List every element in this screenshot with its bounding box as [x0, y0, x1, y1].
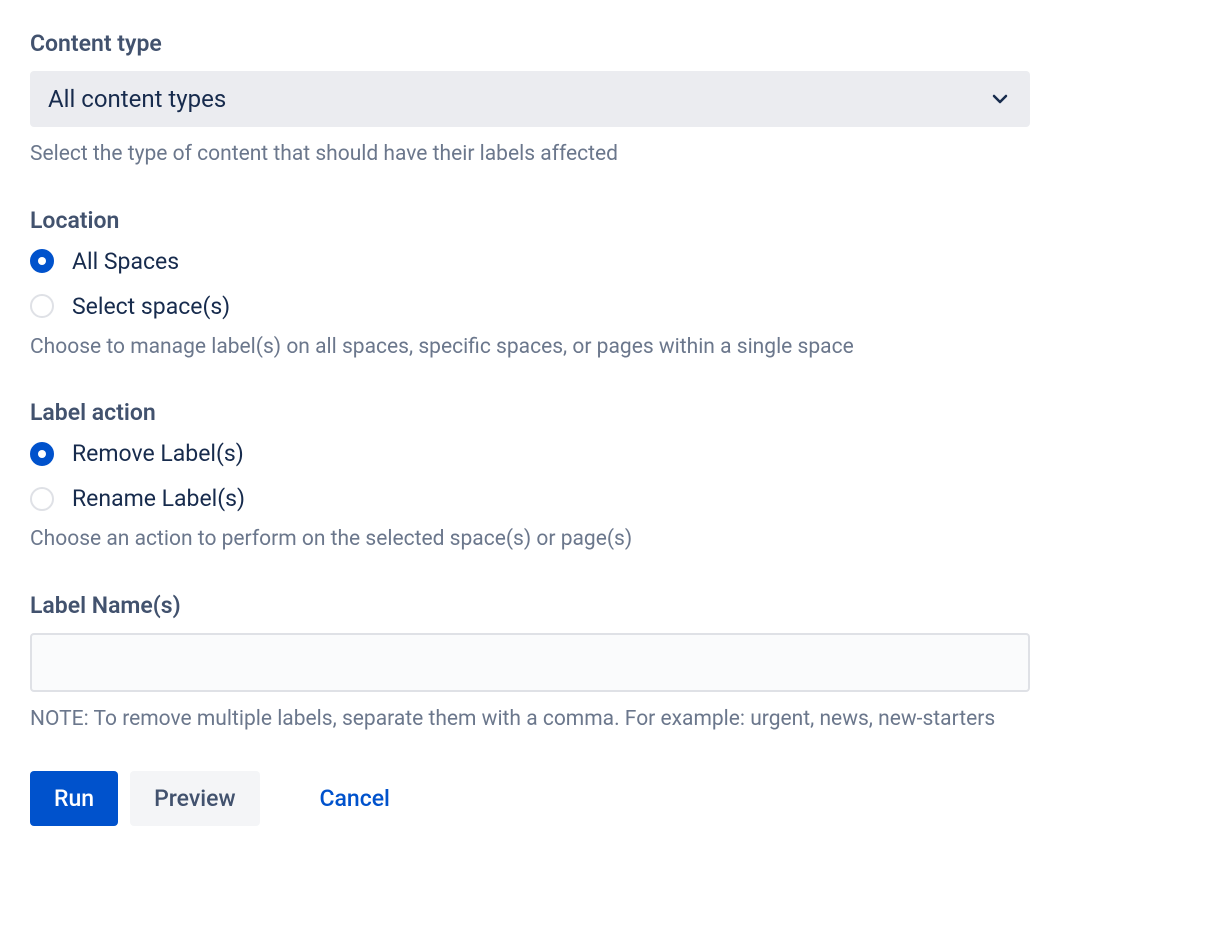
location-radio-all-spaces[interactable]: All Spaces: [30, 248, 1030, 275]
label-action-helper: Choose an action to perform on the selec…: [30, 524, 1030, 556]
location-label: Location: [30, 207, 1030, 234]
content-type-helper: Select the type of content that should h…: [30, 139, 1030, 171]
label-action-label: Label action: [30, 399, 1030, 426]
label-names-helper: NOTE: To remove multiple labels, separat…: [30, 704, 1030, 736]
location-radio-select-spaces[interactable]: Select space(s): [30, 293, 1030, 320]
location-radio-group: All Spaces Select space(s): [30, 248, 1030, 320]
label-action-radio-remove[interactable]: Remove Label(s): [30, 440, 1030, 467]
label-action-radio-rename[interactable]: Rename Label(s): [30, 485, 1030, 512]
label-names-input[interactable]: [30, 633, 1030, 692]
location-helper: Choose to manage label(s) on all spaces,…: [30, 332, 1030, 364]
label-action-field: Label action Remove Label(s) Rename Labe…: [30, 399, 1030, 556]
location-radio-label: Select space(s): [72, 293, 230, 320]
label-action-radio-label: Rename Label(s): [72, 485, 245, 512]
preview-button[interactable]: Preview: [130, 771, 259, 826]
content-type-selected-value: All content types: [48, 85, 226, 113]
content-type-field: Content type All content types Select th…: [30, 30, 1030, 171]
run-button[interactable]: Run: [30, 771, 118, 826]
location-field: Location All Spaces Select space(s) Choo…: [30, 207, 1030, 364]
radio-selected-icon: [30, 249, 54, 273]
radio-unselected-icon: [30, 487, 54, 511]
label-action-radio-label: Remove Label(s): [72, 440, 244, 467]
label-action-radio-group: Remove Label(s) Rename Label(s): [30, 440, 1030, 512]
button-row: Run Preview Cancel: [30, 771, 1030, 826]
label-names-field: Label Name(s) NOTE: To remove multiple l…: [30, 592, 1030, 736]
radio-unselected-icon: [30, 294, 54, 318]
label-names-label: Label Name(s): [30, 592, 1030, 619]
content-type-label: Content type: [30, 30, 1030, 57]
chevron-down-icon: [988, 87, 1012, 111]
cancel-button[interactable]: Cancel: [296, 771, 414, 826]
location-radio-label: All Spaces: [72, 248, 179, 275]
radio-selected-icon: [30, 442, 54, 466]
content-type-select[interactable]: All content types: [30, 71, 1030, 127]
